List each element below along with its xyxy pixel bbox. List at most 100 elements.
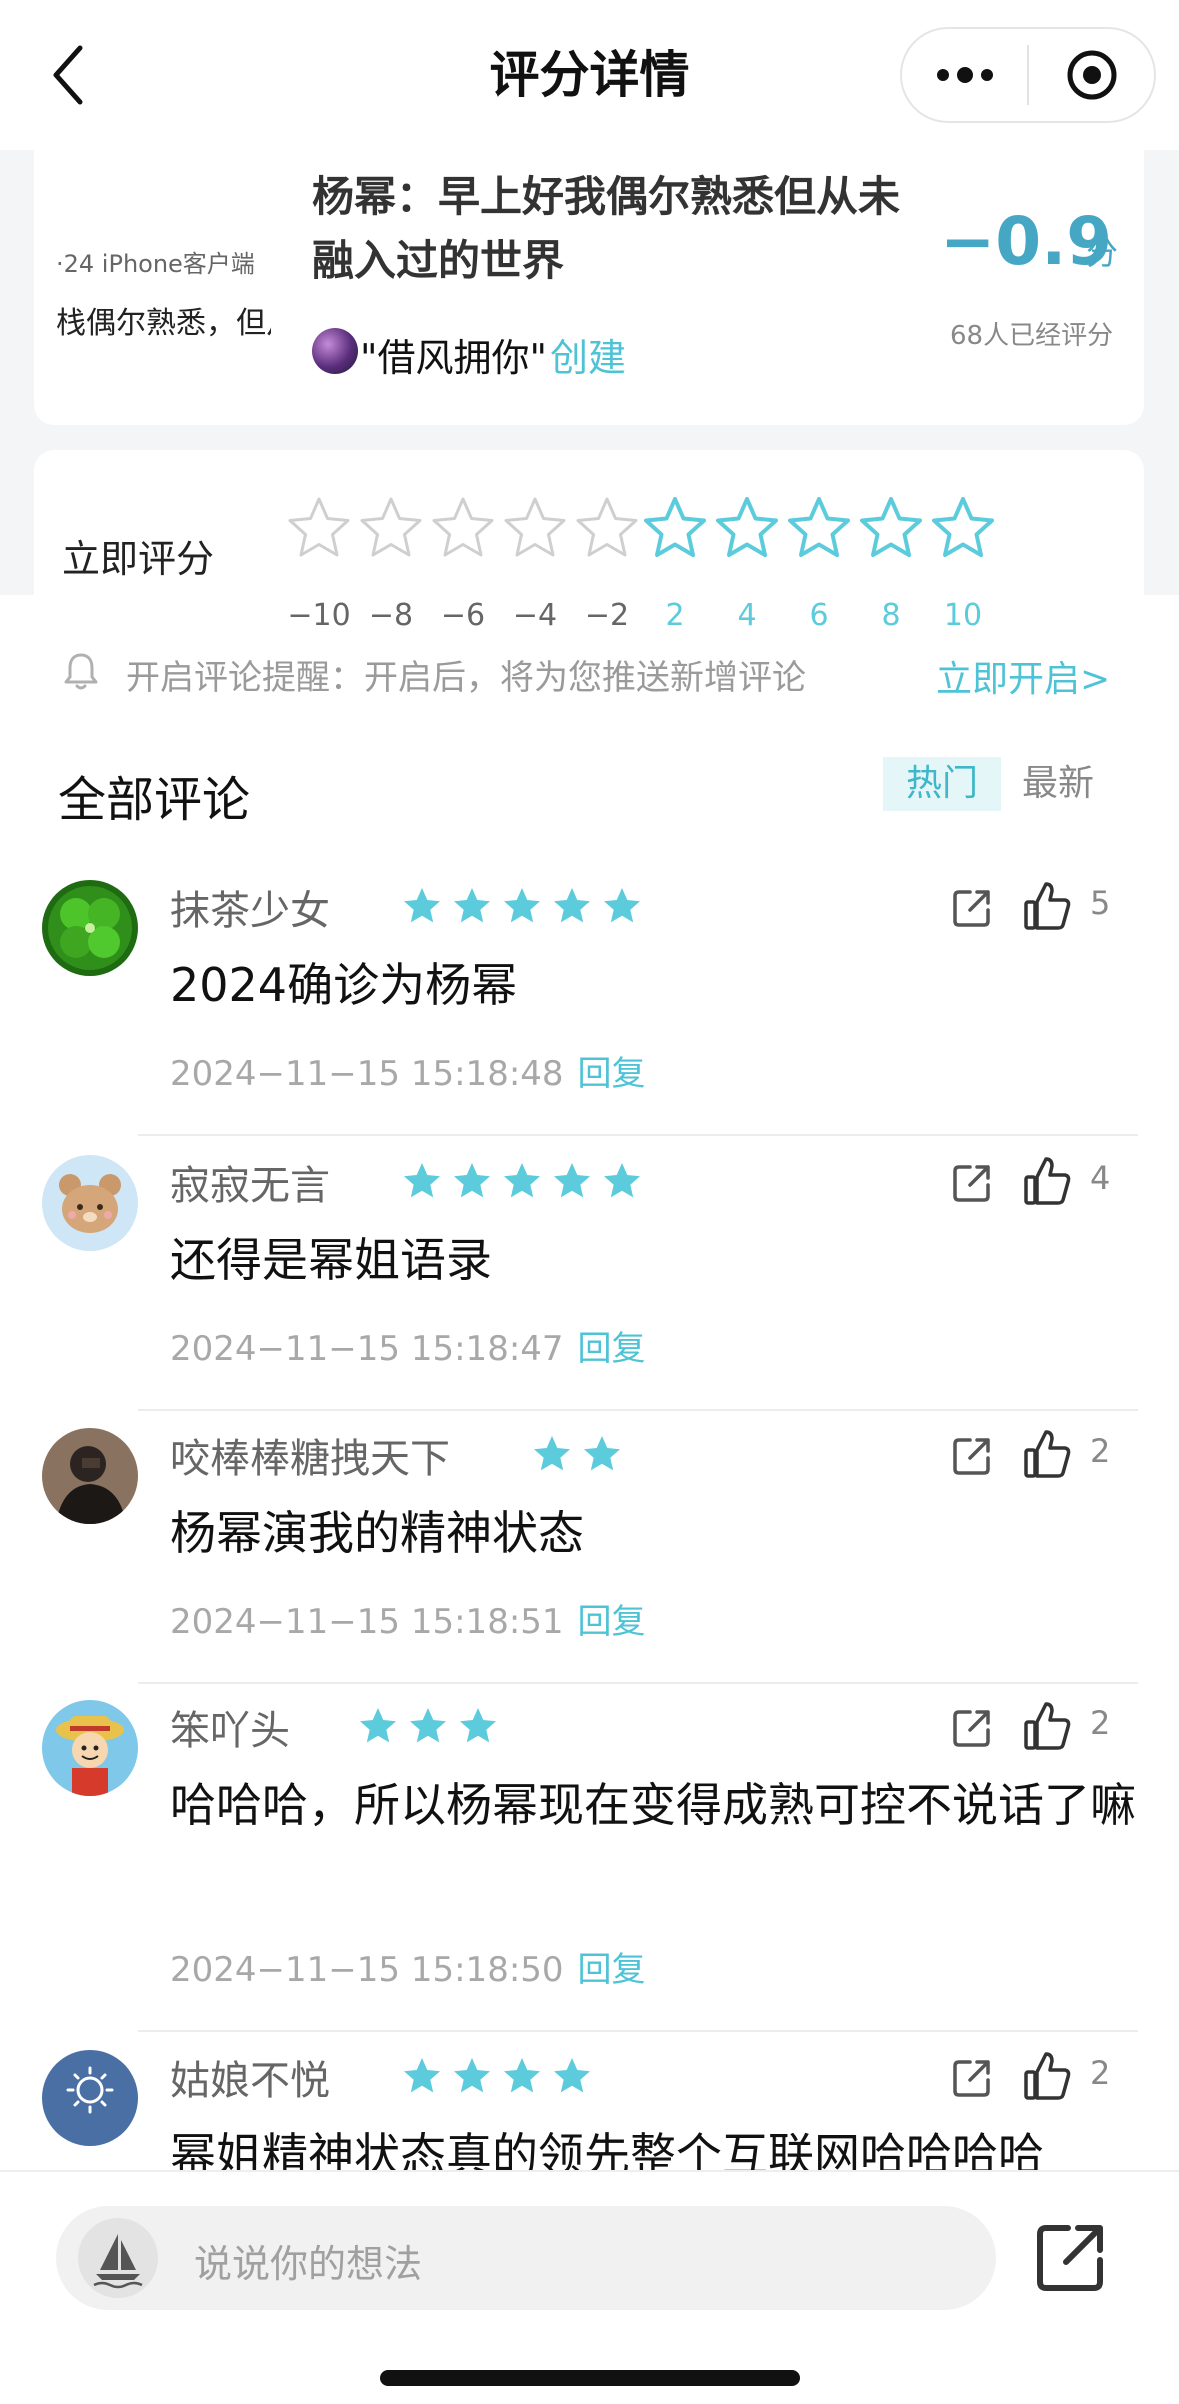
comment-meta: 2024−11−15 15:18:50 回复 bbox=[170, 1942, 646, 1991]
commenter-avatar[interactable] bbox=[42, 1428, 138, 1524]
rate-star-4[interactable] bbox=[714, 495, 780, 561]
creator-name[interactable]: "借风拥你" bbox=[360, 327, 547, 382]
score-unit: 分 bbox=[1086, 234, 1119, 272]
comment-text: 哈哈哈，所以杨幂现在变得成熟可控不说话了嘛 bbox=[170, 1778, 1136, 1832]
share-icon[interactable] bbox=[950, 1706, 994, 1750]
star-outline-icon bbox=[788, 497, 850, 557]
share-icon[interactable] bbox=[1032, 2220, 1108, 2296]
star-outline-icon bbox=[432, 497, 494, 557]
comment-rating-stars bbox=[402, 886, 652, 926]
reply-button[interactable]: 回复 bbox=[578, 1054, 646, 1094]
like-count: 5 bbox=[1090, 884, 1111, 922]
star-outline-icon bbox=[504, 497, 566, 557]
like-count: 2 bbox=[1090, 1432, 1111, 1470]
star-filled-icon bbox=[604, 888, 640, 923]
enable-notice-link[interactable]: 立即开启> bbox=[936, 650, 1110, 702]
star-filled-icon bbox=[404, 2058, 440, 2093]
rate-tick-label: −2 bbox=[584, 598, 630, 633]
star-filled-icon bbox=[454, 2058, 490, 2093]
like-count: 4 bbox=[1090, 1159, 1111, 1197]
star-filled-icon bbox=[504, 2058, 540, 2093]
comment-timestamp: 2024−11−15 15:18:51 bbox=[170, 1602, 564, 1642]
commenter-avatar[interactable] bbox=[42, 2050, 138, 2146]
creator-avatar bbox=[312, 328, 358, 374]
thumbs-up-icon[interactable] bbox=[1022, 2050, 1072, 2102]
rate-tick-label: −8 bbox=[368, 598, 414, 633]
rate-star-2[interactable] bbox=[642, 495, 708, 561]
comment-text: 2024确诊为杨幂 bbox=[170, 958, 518, 1012]
sailboat-icon bbox=[78, 2218, 158, 2298]
star-filled-icon bbox=[410, 1708, 446, 1743]
thumbs-up-icon[interactable] bbox=[1022, 1428, 1072, 1480]
reply-button[interactable]: 回复 bbox=[578, 1950, 646, 1990]
rate-star-6[interactable] bbox=[786, 495, 852, 561]
star-filled-icon bbox=[534, 1436, 570, 1471]
share-icon[interactable] bbox=[950, 2056, 994, 2100]
star-outline-icon bbox=[644, 497, 706, 557]
capsule-divider bbox=[1027, 45, 1029, 105]
star-filled-icon bbox=[554, 888, 590, 923]
creator-suffix: 创建 bbox=[550, 336, 627, 380]
tab-hot[interactable]: 热门 bbox=[883, 757, 1001, 811]
star-filled-icon bbox=[404, 888, 440, 923]
comment-text: 还得是幂姐语录 bbox=[170, 1233, 492, 1287]
close-target-icon[interactable] bbox=[1065, 48, 1119, 102]
star-filled-icon bbox=[504, 1163, 540, 1198]
rate-tick-label: 6 bbox=[809, 598, 829, 633]
star-filled-icon bbox=[504, 888, 540, 923]
bell-icon bbox=[64, 653, 98, 690]
thumbnail-meta: ·24 iPhone客户端 bbox=[56, 250, 255, 278]
comment-input-placeholder: 说说你的想法 bbox=[194, 2242, 423, 2286]
star-filled-icon bbox=[604, 1163, 640, 1198]
share-icon[interactable] bbox=[950, 886, 994, 930]
commenter-avatar[interactable] bbox=[42, 1155, 138, 1251]
star-outline-icon bbox=[576, 497, 638, 557]
notice-text: 开启评论提醒：开启后，将为您推送新增评论 bbox=[126, 658, 806, 698]
star-filled-icon bbox=[454, 1163, 490, 1198]
rate-star-−10[interactable] bbox=[286, 495, 352, 561]
reply-button[interactable]: 回复 bbox=[578, 1329, 646, 1369]
comment-rating-stars bbox=[358, 1706, 508, 1746]
rate-star-8[interactable] bbox=[858, 495, 924, 561]
rate-star-−8[interactable] bbox=[358, 495, 424, 561]
home-indicator bbox=[380, 2370, 800, 2386]
comment-meta: 2024−11−15 15:18:51 回复 bbox=[170, 1594, 646, 1643]
rate-now-label: 立即评分 bbox=[62, 537, 215, 581]
tab-latest[interactable]: 最新 bbox=[1022, 757, 1094, 811]
star-filled-icon bbox=[454, 888, 490, 923]
comment-rating-stars bbox=[402, 2056, 602, 2096]
star-outline-icon bbox=[932, 497, 994, 557]
rate-star-−6[interactable] bbox=[430, 495, 496, 561]
rate-star-10[interactable] bbox=[930, 495, 996, 561]
share-icon[interactable] bbox=[950, 1161, 994, 1205]
thumbs-up-icon[interactable] bbox=[1022, 1155, 1072, 1207]
star-filled-icon bbox=[584, 1436, 620, 1471]
thumbs-up-icon[interactable] bbox=[1022, 1700, 1072, 1752]
reply-button[interactable]: 回复 bbox=[578, 1602, 646, 1642]
commenter-avatar[interactable] bbox=[42, 1700, 138, 1796]
topic-title: 杨幂：早上好我偶尔熟悉但从未融入过的世界 bbox=[312, 172, 901, 285]
comment-timestamp: 2024−11−15 15:18:47 bbox=[170, 1329, 564, 1369]
comment-timestamp: 2024−11−15 15:18:48 bbox=[170, 1054, 564, 1094]
more-icon[interactable] bbox=[930, 55, 1000, 95]
commenter-name: 寂寂无言 bbox=[170, 1163, 330, 1209]
comment-meta: 2024−11−15 15:18:47 回复 bbox=[170, 1321, 646, 1370]
star-outline-icon bbox=[860, 497, 922, 557]
rate-tick-label: −4 bbox=[512, 598, 558, 633]
comment-meta: 2024−11−15 15:18:48 回复 bbox=[170, 1046, 646, 1095]
share-icon[interactable] bbox=[950, 1434, 994, 1478]
all-comments-title: 全部评论 bbox=[58, 772, 251, 828]
comment-divider bbox=[138, 1682, 1138, 1684]
commenter-avatar[interactable] bbox=[42, 880, 138, 976]
star-outline-icon bbox=[360, 497, 422, 557]
rate-star-−4[interactable] bbox=[502, 495, 568, 561]
comment-timestamp: 2024−11−15 15:18:50 bbox=[170, 1950, 564, 1990]
commenter-name: 笨吖头 bbox=[170, 1708, 290, 1754]
commenter-name: 抹茶少女 bbox=[170, 888, 330, 934]
comment-text: 杨幂演我的精神状态 bbox=[170, 1506, 584, 1560]
comment-divider bbox=[138, 1409, 1138, 1411]
star-filled-icon bbox=[404, 1163, 440, 1198]
rate-star-−2[interactable] bbox=[574, 495, 640, 561]
thumbs-up-icon[interactable] bbox=[1022, 880, 1072, 932]
rate-tick-label: 8 bbox=[881, 598, 901, 633]
